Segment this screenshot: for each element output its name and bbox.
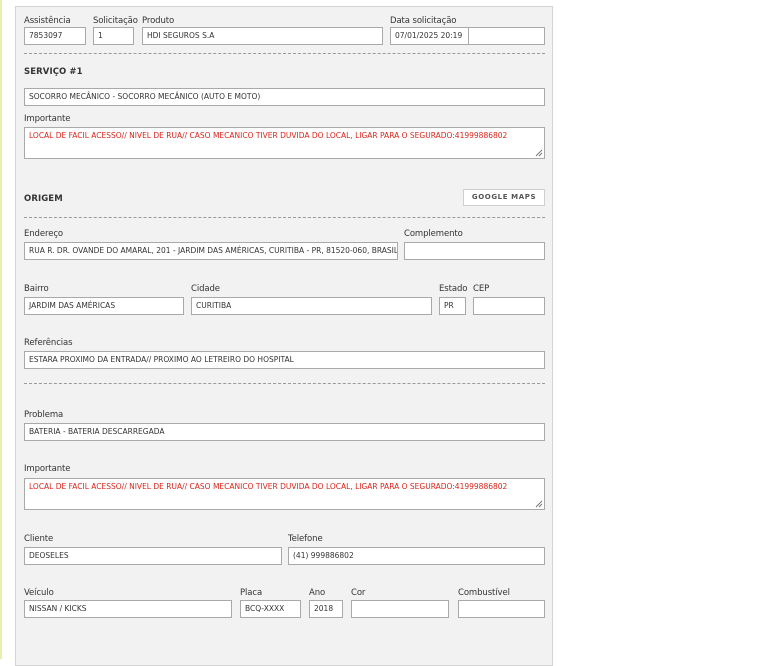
telefone-field[interactable]: (41) 999886802: [288, 547, 545, 565]
referencias-label: Referências: [24, 338, 73, 348]
solicitacao-field[interactable]: 1: [93, 27, 134, 45]
complemento-field[interactable]: [404, 242, 545, 260]
problema-label: Problema: [24, 410, 64, 420]
cliente-field[interactable]: DEOSELES: [24, 547, 282, 565]
referencias-field[interactable]: ESTARA PROXIMO DA ENTRADA// PROXIMO AO L…: [24, 351, 545, 369]
divider: [24, 383, 545, 384]
servico-field[interactable]: SOCORRO MECÂNICO - SOCORRO MECÂNICO (AUT…: [24, 88, 545, 106]
estado-label: Estado: [439, 284, 468, 294]
combustivel-label: Combustível: [458, 588, 510, 598]
cliente-label: Cliente: [24, 534, 54, 544]
resize-grip-icon[interactable]: [535, 149, 543, 157]
cidade-label: Cidade: [191, 284, 220, 294]
estado-field[interactable]: PR: [439, 297, 466, 315]
complemento-label: Complemento: [404, 229, 463, 239]
divider: [24, 217, 545, 218]
problema-importante-text: LOCAL DE FACIL ACESSO// NIVEL DE RUA// C…: [29, 482, 508, 491]
solicitacao-label: Solicitação: [93, 16, 138, 26]
cidade-field[interactable]: CURITIBA: [191, 297, 432, 315]
servico-importante-text: LOCAL DE FACIL ACESSO// NIVEL DE RUA// C…: [29, 131, 508, 140]
servico-importante-textarea[interactable]: LOCAL DE FACIL ACESSO// NIVEL DE RUA// C…: [24, 127, 545, 159]
servico-title: SERVIÇO #1: [24, 67, 83, 77]
resize-grip-icon[interactable]: [535, 500, 543, 508]
placa-field[interactable]: BCQ-XXXX: [240, 600, 301, 618]
combustivel-field[interactable]: [458, 600, 545, 618]
produto-label: Produto: [142, 16, 175, 26]
cep-field[interactable]: [473, 297, 545, 315]
endereco-field[interactable]: RUA R. DR. OVANDE DO AMARAL, 201 - JARDI…: [24, 242, 398, 260]
problema-field[interactable]: BATERIA - BATERIA DESCARREGADA: [24, 423, 545, 441]
problema-importante-textarea[interactable]: LOCAL DE FACIL ACESSO// NIVEL DE RUA// C…: [24, 478, 545, 510]
data-solicitacao-extra-field[interactable]: [468, 27, 545, 45]
cep-label: CEP: [473, 284, 490, 294]
cor-field[interactable]: [351, 600, 449, 618]
bairro-label: Bairro: [24, 284, 49, 294]
google-maps-button[interactable]: GOOGLE MAPS: [463, 189, 545, 206]
veiculo-label: Veículo: [24, 588, 54, 598]
endereco-label: Endereço: [24, 229, 63, 239]
cor-label: Cor: [351, 588, 366, 598]
problema-importante-label: Importante: [24, 464, 71, 474]
telefone-label: Telefone: [288, 534, 323, 544]
divider: [24, 53, 545, 54]
data-solicitacao-label: Data solicitação: [390, 16, 457, 26]
origem-title: ORIGEM: [24, 194, 63, 204]
assistencia-field[interactable]: 7853097: [24, 27, 86, 45]
servico-importante-label: Importante: [24, 114, 71, 124]
assistencia-label: Assistência: [24, 16, 71, 26]
ano-field[interactable]: 2018: [309, 600, 343, 618]
bairro-field[interactable]: JARDIM DAS AMÉRICAS: [24, 297, 184, 315]
produto-field[interactable]: HDI SEGUROS S.A: [142, 27, 383, 45]
placa-label: Placa: [240, 588, 263, 598]
left-accent-bar: [0, 0, 2, 659]
service-form-panel: Assistência 7853097 Solicitação 1 Produt…: [15, 6, 553, 666]
ano-label: Ano: [309, 588, 326, 598]
data-solicitacao-field[interactable]: 07/01/2025 20:19: [390, 27, 469, 45]
veiculo-field[interactable]: NISSAN / KICKS: [24, 600, 232, 618]
